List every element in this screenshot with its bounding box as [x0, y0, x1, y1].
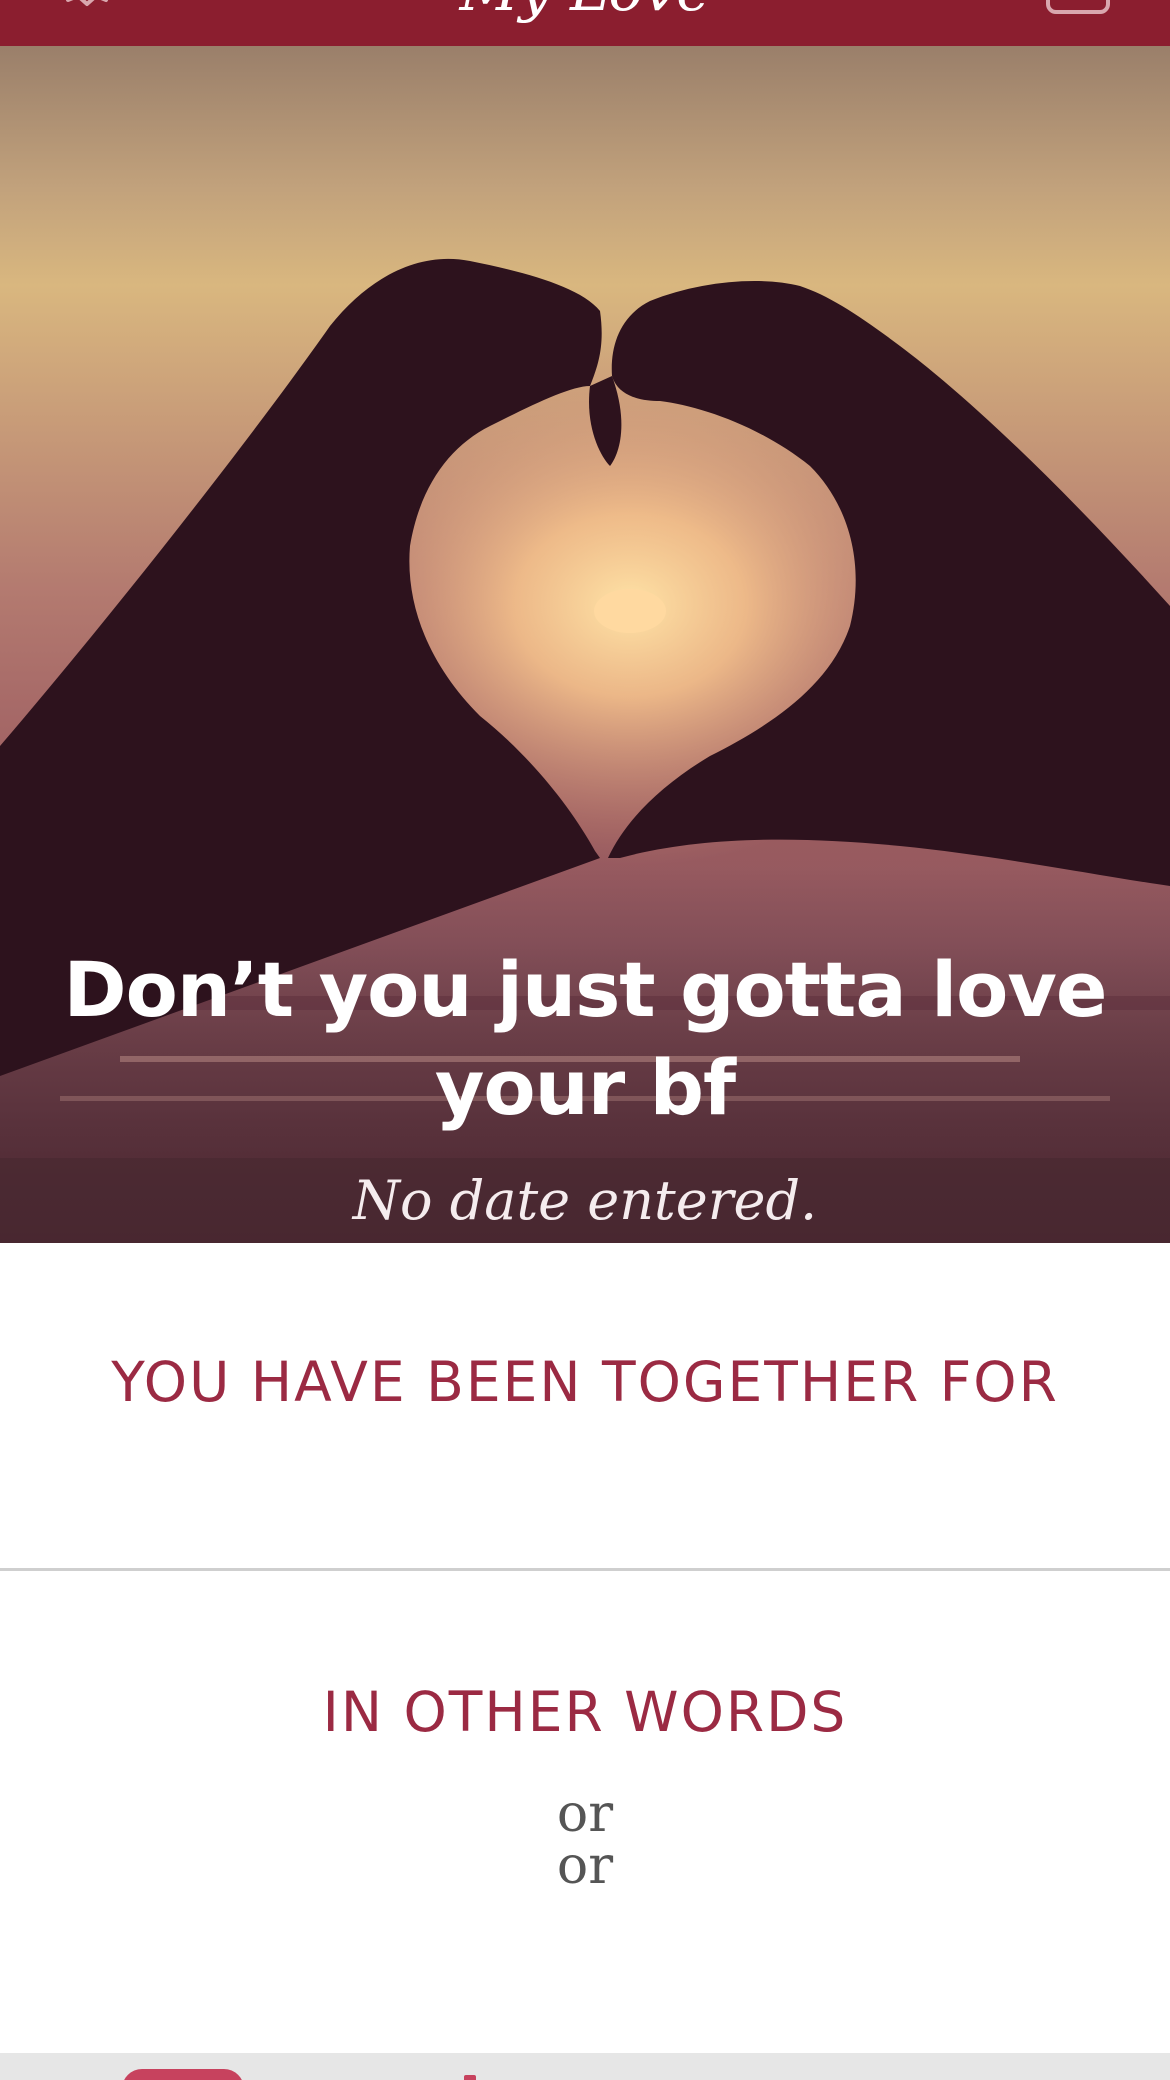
hero-headline: Don’t you just gotta love your bf — [63, 945, 1108, 1132]
start-date-label[interactable]: No date entered. — [0, 1158, 1170, 1243]
duration-line: or — [556, 1784, 614, 1844]
app-bar: My Love — [0, 0, 1170, 46]
other-words-heading: IN OTHER WORDS — [322, 1680, 848, 1744]
section-divider — [0, 1568, 1170, 1571]
hero-banner: Don’t you just gotta love your bf No dat… — [0, 46, 1170, 1243]
together-heading: YOU HAVE BEEN TOGETHER FOR — [111, 1350, 1059, 1414]
duration-line: or — [556, 1836, 614, 1896]
calendar-icon[interactable] — [1046, 0, 1110, 14]
tab-icon[interactable] — [464, 2075, 476, 2080]
active-tab-indicator[interactable] — [122, 2069, 244, 2080]
bottom-tab-bar — [0, 2053, 1170, 2080]
app-title: My Love — [0, 0, 1170, 24]
